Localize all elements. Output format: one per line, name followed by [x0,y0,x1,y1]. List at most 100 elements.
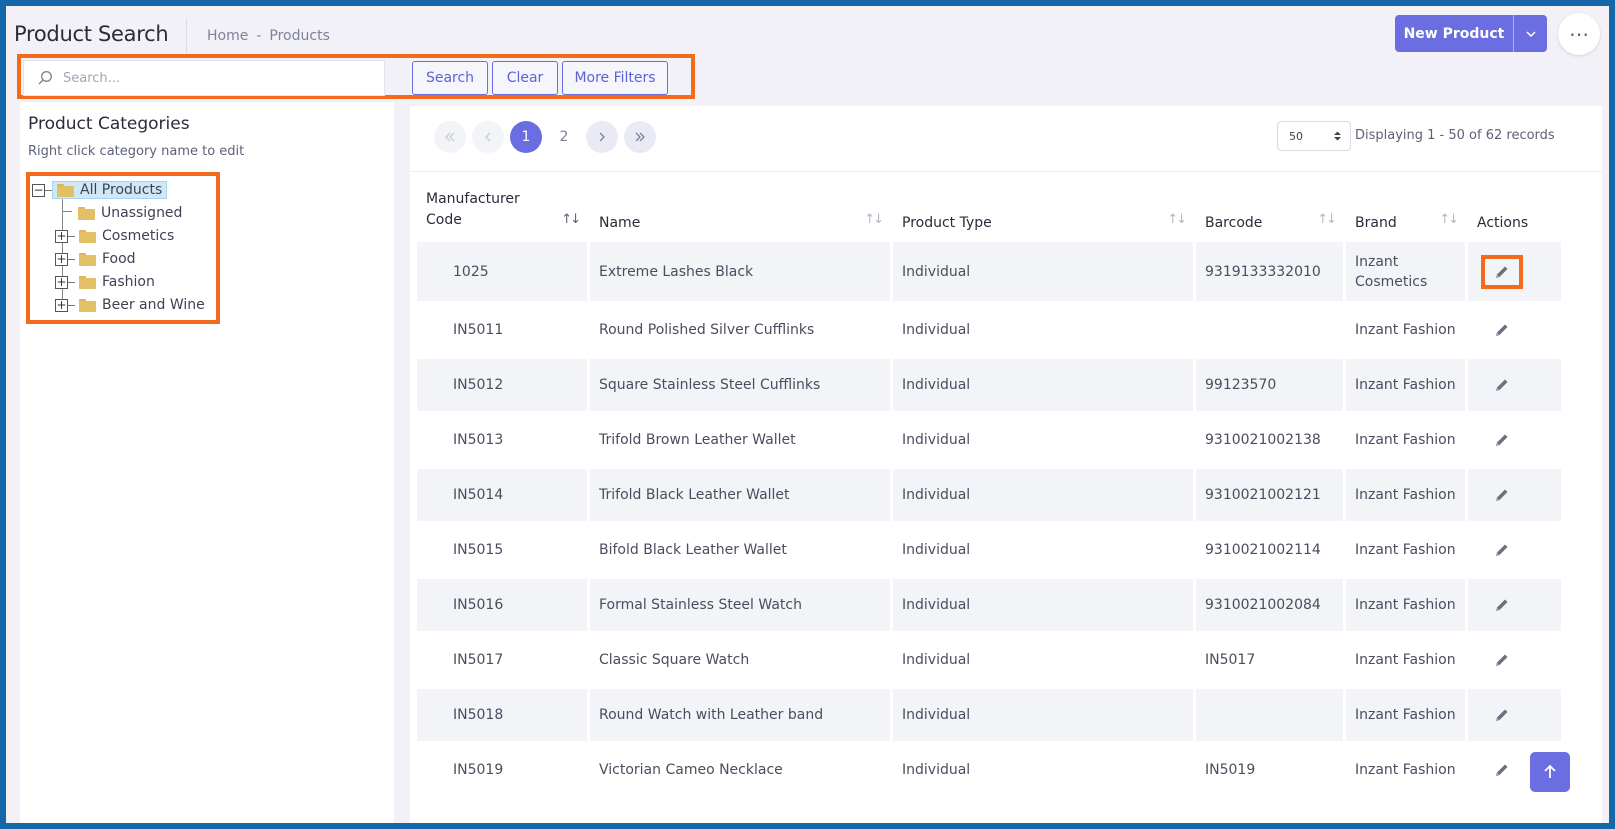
double-chevron-right-icon [635,132,645,142]
new-product-dropdown-toggle[interactable] [1513,15,1547,52]
scroll-to-top-button[interactable] [1530,752,1570,792]
tree-node-cosmetics: + Cosmetics [55,225,174,247]
cell-brand: Inzant Fashion [1346,579,1465,631]
search-button[interactable]: Search [412,61,488,95]
table-row[interactable]: IN5017 Classic Square Watch Individual I… [417,634,1561,686]
tree-node-fashion: + Fashion [55,271,155,293]
next-page-button[interactable] [586,121,618,153]
cell-manufacturer-code: IN5014 [417,469,587,521]
more-options-button[interactable]: ⋯ [1558,13,1600,55]
page-button-2[interactable]: 2 [548,121,580,153]
edit-button[interactable] [1485,372,1519,398]
tree-connector [68,304,75,306]
edit-button[interactable] [1481,254,1523,289]
ellipsis-icon: ⋯ [1569,22,1589,46]
edit-button[interactable] [1485,592,1519,618]
cell-product-type: Individual [893,524,1193,576]
tree-node-label-selected[interactable]: All Products [52,181,168,199]
edit-button[interactable] [1485,427,1519,453]
tree-connector [68,235,75,237]
table-row[interactable]: IN5019 Victorian Cameo Necklace Individu… [417,744,1561,796]
new-product-button[interactable]: New Product [1395,15,1513,52]
cell-barcode: IN5019 [1196,744,1343,796]
expand-icon[interactable]: + [55,298,68,312]
pencil-icon [1496,654,1508,666]
pencil-icon [1496,324,1508,336]
pencil-icon [1496,764,1508,776]
tree-node-text[interactable]: Food [102,251,136,267]
category-panel-title: Product Categories [28,114,190,134]
table-row[interactable]: IN5018 Round Watch with Leather band Ind… [417,689,1561,741]
cell-manufacturer-code: IN5019 [417,744,587,796]
cell-brand: Inzant Fashion [1346,304,1465,356]
page-size-select[interactable]: 50 [1277,121,1351,151]
table-row[interactable]: IN5016 Formal Stainless Steel Watch Indi… [417,579,1561,631]
cell-actions [1468,579,1561,631]
tree-node-unassigned[interactable]: Unassigned [74,202,182,224]
tree-node-food: + Food [55,248,136,270]
collapse-icon[interactable]: − [32,183,45,197]
edit-button[interactable] [1485,317,1519,343]
title-divider [186,18,187,58]
table-row[interactable]: IN5013 Trifold Brown Leather Wallet Indi… [417,414,1561,466]
column-header-brand[interactable]: Brand ↑↓ [1346,183,1465,239]
folder-icon [79,298,96,312]
column-header-barcode[interactable]: Barcode ↑↓ [1196,183,1343,239]
table-row[interactable]: IN5012 Square Stainless Steel Cufflinks … [417,359,1561,411]
column-header-product-type[interactable]: Product Type ↑↓ [893,183,1193,239]
last-page-button[interactable] [624,121,656,153]
cell-product-type: Individual [893,579,1193,631]
breadcrumb-home[interactable]: Home [207,28,248,44]
cell-barcode [1196,304,1343,356]
tree-node-text[interactable]: Beer and Wine [102,297,205,313]
expand-icon[interactable]: + [55,275,68,289]
folder-icon [79,252,96,266]
cell-actions [1468,242,1561,301]
tree-node-text[interactable]: Cosmetics [102,228,174,244]
search-input[interactable] [63,70,363,86]
category-panel: Product Categories Right click category … [20,102,394,823]
sort-updown-icon [1334,131,1341,141]
page-button-1[interactable]: 1 [510,121,542,153]
folder-icon [78,206,95,220]
breadcrumb-products: Products [269,28,330,44]
cell-barcode: IN5017 [1196,634,1343,686]
cell-actions [1468,524,1561,576]
expand-icon[interactable]: + [55,229,68,243]
table-row[interactable]: IN5015 Bifold Black Leather Wallet Indiv… [417,524,1561,576]
edit-button[interactable] [1485,647,1519,673]
first-page-button[interactable] [434,121,466,153]
chevron-left-icon [485,132,491,142]
table-row[interactable]: IN5011 Round Polished Silver Cufflinks I… [417,304,1561,356]
folder-icon [57,183,74,197]
clear-button[interactable]: Clear [492,61,558,95]
table-row[interactable]: IN5014 Trifold Black Leather Wallet Indi… [417,469,1561,521]
cell-barcode [1196,689,1343,741]
tree-connector [45,189,52,191]
cell-brand: Inzant Fashion [1346,469,1465,521]
column-header-name[interactable]: Name ↑↓ [590,183,890,239]
cell-actions [1468,634,1561,686]
column-header-manufacturer-code[interactable]: Manufacturer Code ↑↓ [417,183,587,239]
sort-icon: ↑↓ [1317,212,1337,227]
arrow-up-icon [1544,764,1556,778]
edit-button[interactable] [1485,702,1519,728]
cell-name: Extreme Lashes Black [590,242,890,301]
column-header-actions: Actions [1468,183,1561,239]
folder-icon [79,229,96,243]
products-panel: 1 2 50 Displaying 1 - 50 of 62 records M… [410,106,1602,823]
edit-button[interactable] [1485,482,1519,508]
edit-button[interactable] [1485,537,1519,563]
more-filters-button[interactable]: More Filters [562,61,668,95]
tree-node-text[interactable]: Fashion [102,274,155,290]
edit-button[interactable] [1485,757,1519,783]
column-header-label: Brand [1355,215,1397,231]
cell-product-type: Individual [893,469,1193,521]
expand-icon[interactable]: + [55,252,68,266]
previous-page-button[interactable] [472,121,504,153]
cell-actions [1468,359,1561,411]
breadcrumb: Home - Products [207,28,330,44]
cell-name: Trifold Black Leather Wallet [590,469,890,521]
table-row[interactable]: 1025 Extreme Lashes Black Individual 931… [417,242,1561,301]
column-header-label: Barcode [1205,215,1263,231]
